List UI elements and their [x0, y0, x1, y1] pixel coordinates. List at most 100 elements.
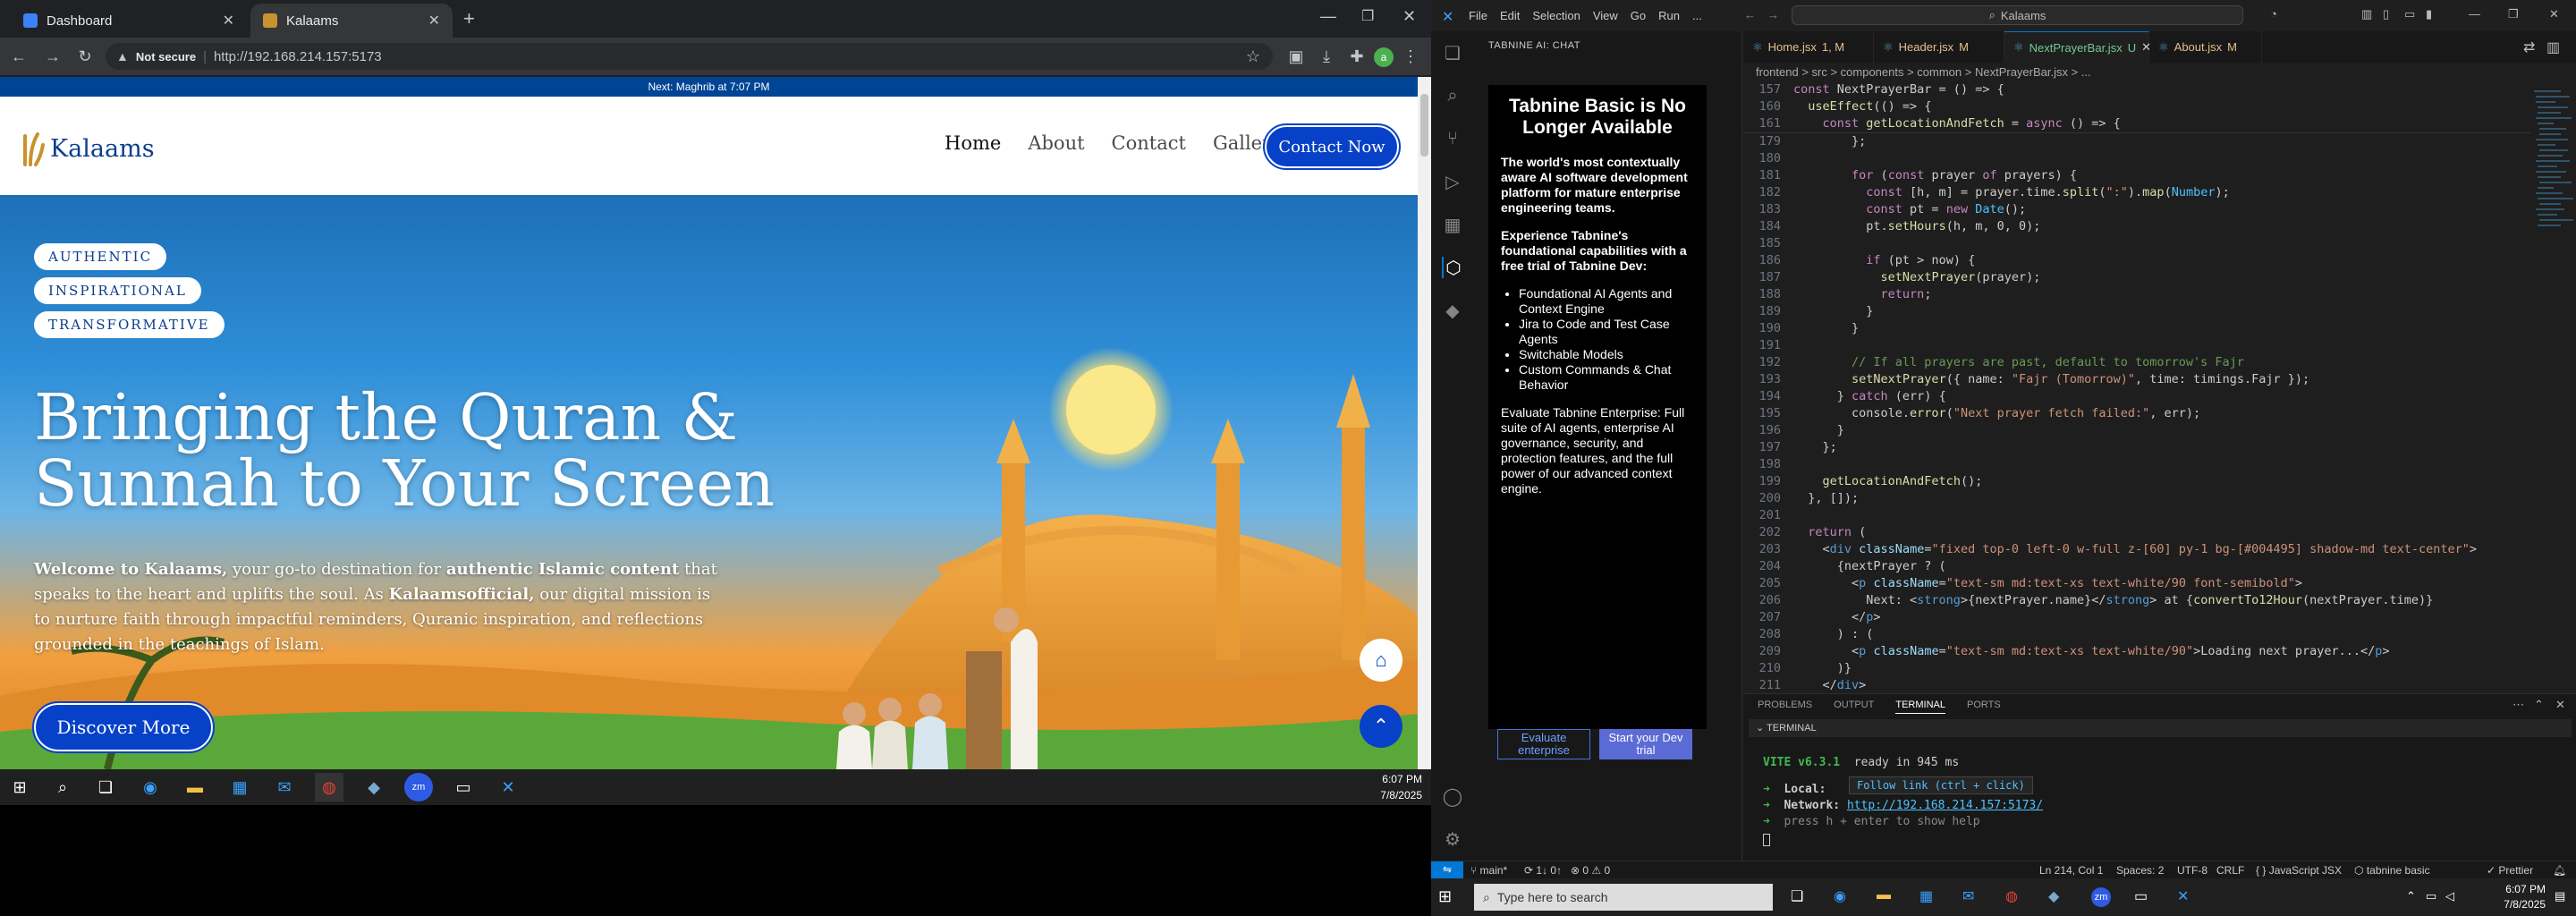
- tab-terminal[interactable]: TERMINAL: [1895, 700, 1945, 714]
- start-trial-button[interactable]: Start your Dev trial: [1599, 729, 1692, 759]
- vscode-icon[interactable]: ✕: [494, 773, 522, 802]
- encoding[interactable]: UTF-8: [2177, 864, 2207, 877]
- tab-header-jsx[interactable]: ⚛ Header.jsx M: [1874, 31, 2004, 63]
- sync-indicator[interactable]: ⟳ 1↓ 0↑: [1524, 864, 1562, 877]
- edge-icon[interactable]: ◉: [136, 773, 165, 802]
- contact-now-button[interactable]: Contact Now: [1263, 123, 1401, 170]
- tab-about-jsx[interactable]: ⚛ About.jsx M: [2149, 31, 2262, 63]
- zoom-icon[interactable]: zm: [2091, 887, 2111, 907]
- notification-center-icon[interactable]: ▤: [2555, 889, 2565, 903]
- code-line[interactable]: 193 setNextPrayer({ name: "Fajr (Tomorro…: [1743, 371, 2530, 388]
- nav-home[interactable]: Home: [945, 132, 1001, 154]
- bookmark-star-icon[interactable]: ☆: [1241, 45, 1265, 68]
- code-line[interactable]: 199 getLocationAndFetch();: [1743, 473, 2530, 490]
- network-url-link[interactable]: http://192.168.214.157:5173/: [1847, 799, 2043, 812]
- code-line[interactable]: 209 <p className="text-sm md:text-xs tex…: [1743, 643, 2530, 660]
- language-mode[interactable]: { } JavaScript JSX: [2256, 864, 2342, 877]
- copilot-icon[interactable]: ◔: [2270, 7, 2277, 21]
- code-line[interactable]: 190 }: [1743, 320, 2530, 337]
- volume-icon[interactable]: ◁: [2445, 889, 2454, 903]
- app-icon[interactable]: ◆: [360, 773, 388, 802]
- code-line[interactable]: 192 // If all prayers are past, default …: [1743, 354, 2530, 371]
- task-view-icon[interactable]: ❏: [91, 773, 120, 802]
- code-line[interactable]: 211 </div>: [1743, 677, 2530, 694]
- menu-file[interactable]: File: [1469, 9, 1487, 22]
- nav-about[interactable]: About: [1028, 132, 1084, 154]
- close-window-icon[interactable]: ✕: [2549, 7, 2559, 21]
- toggle-panel-icon[interactable]: ▭: [2404, 7, 2415, 21]
- store-icon[interactable]: ▦: [225, 773, 254, 802]
- explorer-icon[interactable]: ❏: [1442, 42, 1463, 64]
- tab-dashboard[interactable]: Dashboard ✕: [11, 4, 247, 38]
- code-line[interactable]: 208 ) : (: [1743, 626, 2530, 643]
- forward-icon[interactable]: →: [41, 45, 64, 68]
- code-line[interactable]: 197 };: [1743, 439, 2530, 456]
- code-line[interactable]: 200 }, []);: [1743, 490, 2530, 507]
- code-line[interactable]: 182 const [h, m] = prayer.time.split(":"…: [1743, 184, 2530, 201]
- chrome-icon[interactable]: ◍: [315, 773, 343, 802]
- code-line[interactable]: 187 setNextPrayer(prayer);: [1743, 269, 2530, 286]
- code-line[interactable]: 201: [1743, 507, 2530, 524]
- toggle-aux-icon[interactable]: ▮: [2426, 7, 2432, 21]
- reload-icon[interactable]: ↻: [73, 45, 97, 68]
- nav-forward-icon[interactable]: →: [1767, 8, 1779, 21]
- app-icon[interactable]: ◆: [2048, 887, 2059, 905]
- close-window-icon[interactable]: ✕: [1402, 7, 1416, 26]
- network-icon[interactable]: ▭: [2426, 889, 2436, 903]
- code-line[interactable]: 188 return;: [1743, 286, 2530, 303]
- settings-gear-icon[interactable]: ⚙: [1442, 828, 1463, 850]
- menu-view[interactable]: View: [1593, 9, 1618, 22]
- terminal-output[interactable]: VITE v6.3.1 ready in 945 ms ➜ Local: ➜ N…: [1763, 755, 2043, 846]
- close-tab-icon[interactable]: ✕: [223, 12, 234, 30]
- notifications-bell-icon[interactable]: 🔔︎: [2553, 864, 2566, 877]
- taskbar-search[interactable]: ⌕ Type here to search: [1474, 884, 1773, 911]
- code-line[interactable]: 195 console.error("Next prayer fetch fai…: [1743, 405, 2530, 422]
- page-scrollbar[interactable]: [1418, 77, 1431, 769]
- menu-selection[interactable]: Selection: [1532, 9, 1580, 22]
- file-explorer-icon[interactable]: ▬: [181, 773, 209, 802]
- remote-icon[interactable]: ⇋: [1431, 861, 1463, 878]
- compare-icon[interactable]: ⇄: [2523, 38, 2535, 56]
- menu-run[interactable]: Run: [1658, 9, 1680, 22]
- menu-dots-icon[interactable]: ⋮: [1399, 45, 1422, 68]
- windows-start-icon[interactable]: ⊞: [1438, 887, 1452, 906]
- nav-contact[interactable]: Contact: [1112, 132, 1186, 154]
- close-tab-icon[interactable]: ✕: [428, 12, 440, 30]
- terminal-section-header[interactable]: ⌄ TERMINAL: [1749, 719, 2572, 737]
- code-line[interactable]: 204 {nextPrayer ? (: [1743, 558, 2530, 575]
- code-line[interactable]: 196 }: [1743, 422, 2530, 439]
- split-editor-icon[interactable]: ▥: [2546, 38, 2560, 56]
- menu-more[interactable]: ...: [1692, 9, 1702, 22]
- scroll-top-icon[interactable]: ⌃: [1360, 705, 1402, 748]
- task-view-icon[interactable]: ❏: [1791, 887, 1803, 905]
- code-line[interactable]: 203 <div className="fixed top-0 left-0 w…: [1743, 541, 2530, 558]
- back-icon[interactable]: ←: [7, 45, 30, 68]
- file-explorer-icon[interactable]: ▬: [1877, 887, 1891, 903]
- scrollbar-thumb[interactable]: [1420, 94, 1428, 157]
- sticky-scroll-line[interactable]: 161 const getLocationAndFetch = async ()…: [1743, 115, 2530, 132]
- tab-home-jsx[interactable]: ⚛ Home.jsx 1, M: [1743, 31, 1874, 63]
- extension-icon[interactable]: ▣: [1284, 45, 1308, 68]
- code-line[interactable]: 206 Next: <strong>{nextPrayer.name}</str…: [1743, 592, 2530, 609]
- layout-icon[interactable]: ▥: [2361, 7, 2372, 21]
- download-icon[interactable]: ⤓: [1315, 45, 1338, 68]
- code-view[interactable]: 157 const NextPrayerBar = () => {160 useE…: [1743, 81, 2530, 694]
- mail-icon[interactable]: ✉: [270, 773, 299, 802]
- indentation[interactable]: Spaces: 2: [2116, 864, 2164, 877]
- home-fab-icon[interactable]: ⌂: [1360, 639, 1402, 682]
- prettier-status[interactable]: ✓ Prettier: [2487, 864, 2533, 877]
- toggle-sidebar-icon[interactable]: ▯: [2383, 7, 2389, 21]
- code-line[interactable]: 180: [1743, 150, 2530, 167]
- mail-icon[interactable]: ✉: [1962, 887, 1974, 905]
- chrome-icon[interactable]: ◍: [2005, 887, 2018, 905]
- maximize-icon[interactable]: ❐: [2508, 7, 2519, 21]
- windows-start-icon[interactable]: ⊞: [5, 773, 34, 802]
- problems-indicator[interactable]: ⊗ 0 ⚠ 0: [1571, 864, 1610, 877]
- code-line[interactable]: 194 } catch (err) {: [1743, 388, 2530, 405]
- tray-chevron-icon[interactable]: ⌃: [2406, 889, 2416, 903]
- evaluate-enterprise-button[interactable]: Evaluate enterprise: [1497, 729, 1590, 759]
- panel-maximize-icon[interactable]: ⌃: [2534, 698, 2544, 712]
- search-icon[interactable]: ⌕: [1442, 85, 1463, 106]
- branch-indicator[interactable]: ⑂ main*: [1470, 864, 1507, 877]
- code-line[interactable]: 189 }: [1743, 303, 2530, 320]
